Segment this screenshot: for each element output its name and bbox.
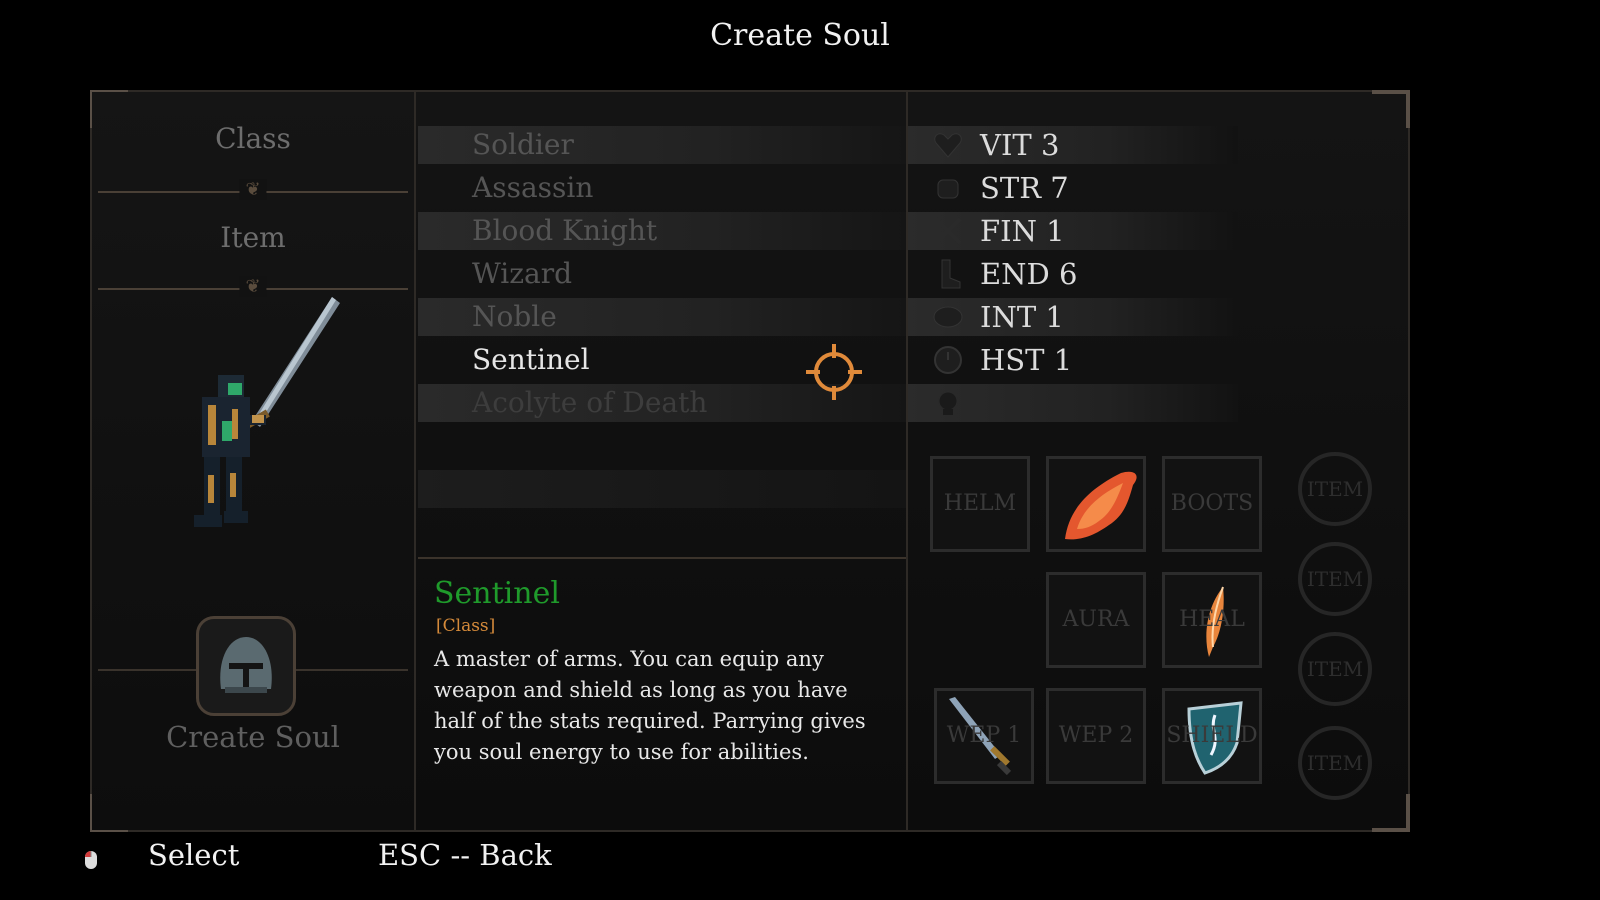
description-text: A master of arms. You can equip any weap… — [434, 647, 866, 764]
weapon-1-slot[interactable]: WEP 1 — [934, 688, 1034, 784]
crossed-blades-icon — [934, 217, 962, 245]
stat-row-fin: FIN 1 — [908, 212, 1238, 250]
mouse-icon — [85, 851, 97, 869]
aura-slot[interactable]: AURA — [1046, 572, 1146, 668]
stat-label: STR 7 — [980, 171, 1069, 205]
stat-row-end: END 6 — [908, 255, 1238, 293]
class-row-wizard[interactable]: Wizard — [418, 255, 906, 293]
boots-slot[interactable]: BOOTS — [1162, 456, 1262, 552]
ornamental-divider — [98, 191, 408, 193]
tab-class[interactable]: Class — [92, 122, 414, 155]
description-divider — [418, 557, 906, 559]
class-row-blood-knight[interactable]: Blood Knight — [418, 212, 906, 250]
cape-slot[interactable] — [1046, 456, 1146, 552]
stat-row-vit: VIT 3 — [908, 126, 1238, 164]
boot-icon — [941, 259, 961, 289]
shield-slot-label: SHIELD — [1166, 723, 1258, 748]
stat-label: INT 1 — [980, 300, 1064, 334]
class-row-soldier[interactable]: Soldier — [418, 126, 906, 164]
ornamental-divider — [98, 288, 408, 290]
stat-label: HST 1 — [980, 343, 1073, 377]
back-hint[interactable]: ESC -- Back — [378, 838, 552, 872]
empty-list-row — [418, 470, 906, 508]
aura-slot-label: AURA — [1062, 607, 1130, 632]
fist-icon — [937, 179, 959, 199]
helm-slot-label: HELM — [943, 491, 1017, 516]
clock-icon — [934, 346, 962, 374]
create-soul-panel: Class Item — [90, 90, 1410, 832]
helm-slot[interactable]: HELM — [930, 456, 1030, 552]
boots-slot-label: BOOTS — [1170, 491, 1254, 516]
stat-row-empty — [908, 384, 1238, 422]
crosshair-cursor-icon — [806, 344, 862, 400]
helmet-icon — [220, 637, 272, 693]
left-column: Class Item — [92, 92, 416, 830]
frame-corner-ornament — [1372, 794, 1410, 832]
tab-item[interactable]: Item — [92, 221, 414, 254]
weapon-1-slot-label: WEP 1 — [946, 723, 1022, 748]
heart-icon — [934, 133, 962, 158]
item-slot-2[interactable]: ITEM — [1298, 542, 1372, 616]
class-row-assassin[interactable]: Assassin — [418, 169, 906, 207]
stat-row-int: INT 1 — [908, 298, 1238, 336]
knight-character-sprite — [194, 297, 340, 527]
select-hint: Select — [148, 838, 240, 872]
skull-icon — [938, 391, 958, 415]
heal-slot-label: HEAL — [1179, 607, 1245, 632]
item-slot-4[interactable]: ITEM — [1298, 726, 1372, 800]
create-soul-helm-button[interactable] — [196, 616, 296, 716]
description-tag: [Class] — [436, 616, 496, 636]
weapon-2-slot[interactable]: WEP 2 — [1046, 688, 1146, 784]
stat-label: END 6 — [980, 257, 1078, 291]
stat-row-hst: HST 1 — [908, 341, 1238, 379]
stat-label: FIN 1 — [980, 214, 1065, 248]
item-slot-1[interactable]: ITEM — [1298, 452, 1372, 526]
item-slot-3[interactable]: ITEM — [1298, 632, 1372, 706]
shield-slot[interactable]: SHIELD — [1162, 688, 1262, 784]
create-soul-label[interactable]: Create Soul — [92, 720, 414, 754]
heal-slot[interactable]: HEAL — [1162, 572, 1262, 668]
frame-corner-ornament — [1372, 90, 1410, 128]
brain-icon — [933, 306, 963, 328]
stat-row-str: STR 7 — [908, 169, 1238, 207]
weapon-2-slot-label: WEP 2 — [1058, 723, 1134, 748]
class-row-noble[interactable]: Noble — [418, 298, 906, 336]
stat-label: VIT 3 — [980, 128, 1060, 162]
description-title: Sentinel — [434, 576, 560, 611]
flame-cape-icon — [1065, 471, 1137, 540]
screen-title: Create Soul — [710, 18, 890, 53]
